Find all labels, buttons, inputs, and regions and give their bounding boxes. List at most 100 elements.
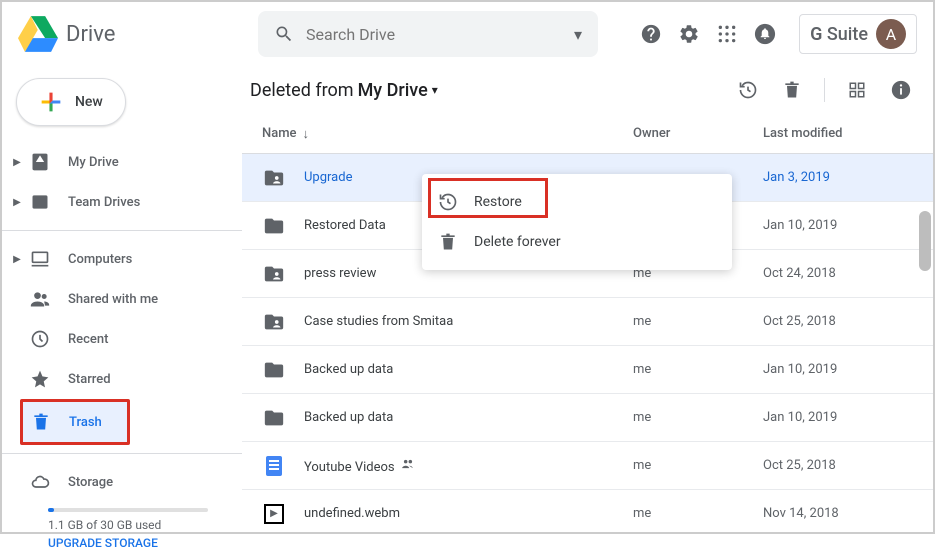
expand-icon[interactable]: ▶ — [10, 157, 24, 168]
search-box[interactable]: ▾ — [258, 11, 598, 57]
breadcrumb-location: My Drive — [358, 80, 428, 101]
computers-icon — [30, 249, 50, 269]
new-button[interactable]: New — [16, 78, 126, 126]
ctx-label: Restore — [474, 194, 522, 210]
file-owner: me — [633, 458, 763, 473]
file-modified: Oct 24, 2018 — [763, 266, 913, 281]
scrollbar[interactable] — [919, 211, 931, 271]
sidebar-item-my-drive[interactable]: ▶ My Drive — [2, 142, 226, 182]
drive-logo-icon — [18, 16, 58, 52]
breadcrumb[interactable]: Deleted from My Drive ▾ — [250, 80, 438, 101]
info-icon[interactable] — [889, 78, 913, 102]
file-owner: me — [633, 506, 763, 521]
sidebar-item-trash[interactable]: Trash — [23, 402, 127, 442]
table-row[interactable]: ▶ undefined.webm me Nov 14, 2018 — [242, 490, 933, 532]
folder-icon — [262, 406, 286, 430]
app-title: Drive — [66, 22, 115, 47]
my-drive-icon — [30, 152, 50, 172]
recent-icon — [30, 329, 50, 349]
shared-icon — [30, 289, 50, 309]
ctx-restore[interactable]: Restore — [422, 182, 732, 222]
plus-icon — [37, 88, 65, 116]
file-modified: Jan 10, 2019 — [763, 410, 913, 425]
file-modified: Oct 25, 2018 — [763, 314, 913, 329]
expand-icon[interactable]: ▶ — [10, 197, 24, 208]
table-row[interactable]: Backed up data me Jan 10, 2019 — [242, 346, 933, 394]
table-row[interactable]: Backed up data me Jan 10, 2019 — [242, 394, 933, 442]
sidebar-item-team-drives[interactable]: ▶ Team Drives — [2, 182, 226, 222]
folder-icon — [262, 214, 286, 238]
file-name: undefined.webm — [304, 506, 633, 521]
new-label: New — [75, 94, 103, 110]
file-name: Case studies from Smitaa — [304, 314, 633, 329]
folder-shared-icon — [262, 310, 286, 334]
notifications-icon[interactable] — [753, 22, 777, 46]
file-name: Backed up data — [304, 410, 633, 425]
settings-icon[interactable] — [677, 22, 701, 46]
context-menu: Restore Delete forever — [422, 174, 732, 270]
file-modified: Oct 25, 2018 — [763, 458, 913, 473]
file-owner: me — [633, 410, 763, 425]
search-options-icon[interactable]: ▾ — [574, 25, 582, 44]
nav-label: Computers — [68, 252, 132, 267]
breadcrumb-prefix: Deleted from — [250, 80, 354, 101]
file-modified: Jan 10, 2019 — [763, 362, 913, 377]
nav-label: Team Drives — [68, 195, 140, 210]
chevron-down-icon: ▾ — [432, 83, 438, 97]
nav-label: My Drive — [68, 155, 119, 170]
delete-action-icon[interactable] — [780, 78, 804, 102]
ctx-label: Delete forever — [474, 234, 561, 250]
storage-bar — [48, 508, 208, 512]
grid-view-icon[interactable] — [845, 78, 869, 102]
column-header: Name↓ Owner Last modified — [242, 114, 933, 154]
logo-area[interactable]: Drive — [18, 16, 258, 52]
storage-text: 1.1 GB of 30 GB used — [48, 518, 242, 532]
team-drives-icon — [30, 192, 50, 212]
sidebar-item-storage[interactable]: Storage — [2, 462, 226, 502]
nav-label: Shared with me — [68, 292, 158, 307]
folder-shared-icon — [262, 166, 286, 190]
main-content: Deleted from My Drive ▾ Name↓ Owner Last… — [242, 66, 933, 532]
ctx-delete-forever[interactable]: Delete forever — [422, 222, 732, 262]
docs-icon — [262, 454, 286, 478]
sidebar-item-computers[interactable]: ▶ Computers — [2, 239, 226, 279]
table-row[interactable]: Case studies from Smitaa me Oct 25, 2018 — [242, 298, 933, 346]
file-owner: me — [633, 314, 763, 329]
nav-label: Starred — [68, 372, 111, 387]
nav-label: Trash — [69, 415, 102, 430]
folder-icon — [262, 358, 286, 382]
file-name: Backed up data — [304, 362, 633, 377]
nav-label: Storage — [68, 475, 113, 490]
cloud-icon — [30, 472, 50, 492]
sidebar: New ▶ My Drive ▶ Team Drives ▶ Computers… — [2, 66, 242, 532]
file-modified: Jan 10, 2019 — [763, 218, 913, 233]
file-modified: Nov 14, 2018 — [763, 506, 913, 521]
folder-shared-icon — [262, 262, 286, 286]
sort-arrow-icon: ↓ — [303, 126, 310, 142]
sidebar-item-starred[interactable]: Starred — [2, 359, 226, 399]
shared-badge-icon — [401, 460, 415, 475]
video-icon: ▶ — [262, 502, 286, 526]
search-input[interactable] — [306, 25, 574, 44]
table-row[interactable]: Youtube Videos me Oct 25, 2018 — [242, 442, 933, 490]
restore-action-icon[interactable] — [736, 78, 760, 102]
apps-icon[interactable] — [715, 22, 739, 46]
col-owner[interactable]: Owner — [633, 126, 763, 141]
file-name: Youtube Videos — [304, 457, 633, 475]
restore-icon — [438, 192, 458, 212]
trash-icon — [438, 232, 458, 252]
sidebar-item-recent[interactable]: Recent — [2, 319, 226, 359]
gsuite-badge[interactable]: G G SuiteSuite A — [799, 14, 917, 54]
star-icon — [30, 369, 50, 389]
upgrade-link[interactable]: UPGRADE STORAGE — [48, 536, 242, 550]
sidebar-item-shared[interactable]: Shared with me — [2, 279, 226, 319]
trash-icon — [31, 412, 51, 432]
search-icon — [274, 24, 294, 44]
file-owner: me — [633, 362, 763, 377]
nav-label: Recent — [68, 332, 108, 347]
avatar[interactable]: A — [876, 19, 906, 49]
col-modified[interactable]: Last modified — [763, 126, 913, 141]
help-icon[interactable] — [639, 22, 663, 46]
expand-icon[interactable]: ▶ — [10, 254, 24, 265]
col-name[interactable]: Name↓ — [262, 126, 633, 142]
